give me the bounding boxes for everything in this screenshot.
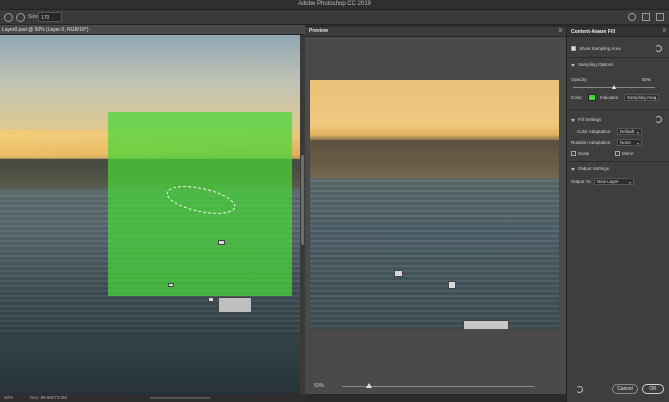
boat [218, 240, 225, 245]
show-sampling-area-checkbox[interactable] [571, 46, 576, 51]
horizontal-scrollbar[interactable] [150, 397, 210, 399]
reset-all-icon[interactable] [576, 386, 583, 393]
share-icon[interactable] [656, 13, 664, 21]
preview-menu-icon[interactable]: ≡ [558, 28, 562, 34]
divider [567, 57, 669, 58]
lasso-subtract-icon[interactable] [16, 13, 25, 22]
scrollbar-thumb[interactable] [301, 155, 304, 245]
cancel-button[interactable]: Cancel [612, 384, 638, 394]
color-adaptation-label: Color Adaptation: [577, 129, 612, 134]
chevron-down-icon[interactable] [571, 64, 575, 67]
divider [567, 109, 669, 110]
scale-label: Scale [578, 151, 590, 156]
boat [448, 281, 456, 289]
rotation-adaptation-dropdown[interactable]: None ▾ [617, 139, 642, 146]
fill-settings-heading[interactable]: Fill Settings [578, 117, 601, 122]
sampling-options-heading[interactable]: Sampling Options [578, 62, 614, 67]
water-ripples [310, 180, 559, 329]
output-to-value: New Layer [597, 179, 619, 184]
boat [394, 270, 403, 277]
doc-info: Doc: 89.6M/73.5M [30, 395, 67, 400]
workspace-icon[interactable] [642, 13, 650, 21]
rotation-adaptation-label: Rotation Adaptation: [571, 140, 612, 145]
preview-tab[interactable]: Preview [309, 28, 328, 34]
panel-header: Content-Aware Fill ≡ [567, 27, 669, 37]
city-skyline [310, 140, 559, 178]
size-field[interactable]: 170 [38, 12, 62, 22]
output-to-dropdown[interactable]: New Layer ▾ [594, 178, 634, 185]
lasso-add-icon[interactable] [4, 13, 13, 22]
ferry-dock [463, 320, 509, 329]
panel-title: Content-Aware Fill [571, 29, 616, 35]
rotation-adaptation-value: None [620, 140, 631, 145]
divider [567, 161, 669, 162]
indicates-dropdown[interactable]: Sampling Area ▾ [624, 94, 659, 101]
mirror-label: Mirror [622, 151, 634, 156]
chevron-down-icon: ▾ [653, 96, 656, 101]
preview-zoom-value: 50% [314, 383, 325, 389]
reset-sampling-icon[interactable] [655, 45, 662, 52]
content-aware-fill-panel: Content-Aware Fill ≡ Show Sampling Area … [566, 27, 669, 402]
chevron-down-icon: ▾ [636, 141, 639, 146]
reset-fill-settings-icon[interactable] [655, 116, 662, 123]
output-to-label: Output To: [571, 179, 592, 184]
options-bar: Size: 170 [0, 10, 669, 25]
chevron-down-icon: ▾ [636, 130, 639, 135]
chevron-down-icon: ▾ [628, 180, 631, 185]
output-settings-heading[interactable]: Output Settings [578, 166, 609, 171]
preview-zoom-row: 50% [305, 379, 566, 394]
title-bar: Adobe Photoshop CC 2019 [0, 0, 669, 10]
document-tab[interactable]: Layer0.psd @ 50% (Layer 0, RGB/16*) [0, 25, 305, 35]
window-title: Adobe Photoshop CC 2019 [297, 1, 372, 7]
status-bar: 50% Doc: 89.6M/73.5M [0, 394, 305, 402]
color-label: Color: [571, 95, 584, 100]
color-swatch[interactable] [588, 94, 596, 101]
document-tab-label: Layer0.psd @ 50% (Layer 0, RGB/16*) [2, 27, 89, 33]
chevron-down-icon[interactable] [571, 119, 575, 122]
ok-button[interactable]: OK [642, 384, 664, 394]
opacity-slider-handle[interactable] [612, 85, 616, 89]
boat [168, 283, 174, 287]
opacity-label: Opacity: [571, 77, 588, 82]
preview-panel [305, 37, 566, 394]
scale-checkbox[interactable] [571, 151, 576, 156]
show-sampling-area-label: Show Sampling Area [579, 46, 621, 51]
document-canvas[interactable] [0, 35, 300, 396]
indicates-dropdown-value: Sampling Area [627, 95, 657, 100]
preview-image[interactable] [310, 80, 559, 329]
ferry-dock [218, 297, 252, 313]
panel-menu-icon[interactable]: ≡ [662, 28, 666, 34]
mirror-checkbox[interactable] [615, 151, 620, 156]
search-icon[interactable] [628, 13, 636, 21]
preview-zoom-slider-handle[interactable] [366, 383, 373, 388]
color-adaptation-value: Default [620, 129, 635, 134]
chevron-down-icon[interactable] [571, 168, 575, 171]
indicates-label: Indicates: [600, 95, 620, 100]
status-zoom[interactable]: 50% [4, 395, 13, 400]
opacity-value[interactable]: 50% [641, 77, 651, 84]
color-adaptation-dropdown[interactable]: Default ▾ [617, 128, 642, 135]
boat [208, 297, 214, 302]
preview-header: Preview ≡ [305, 27, 566, 37]
